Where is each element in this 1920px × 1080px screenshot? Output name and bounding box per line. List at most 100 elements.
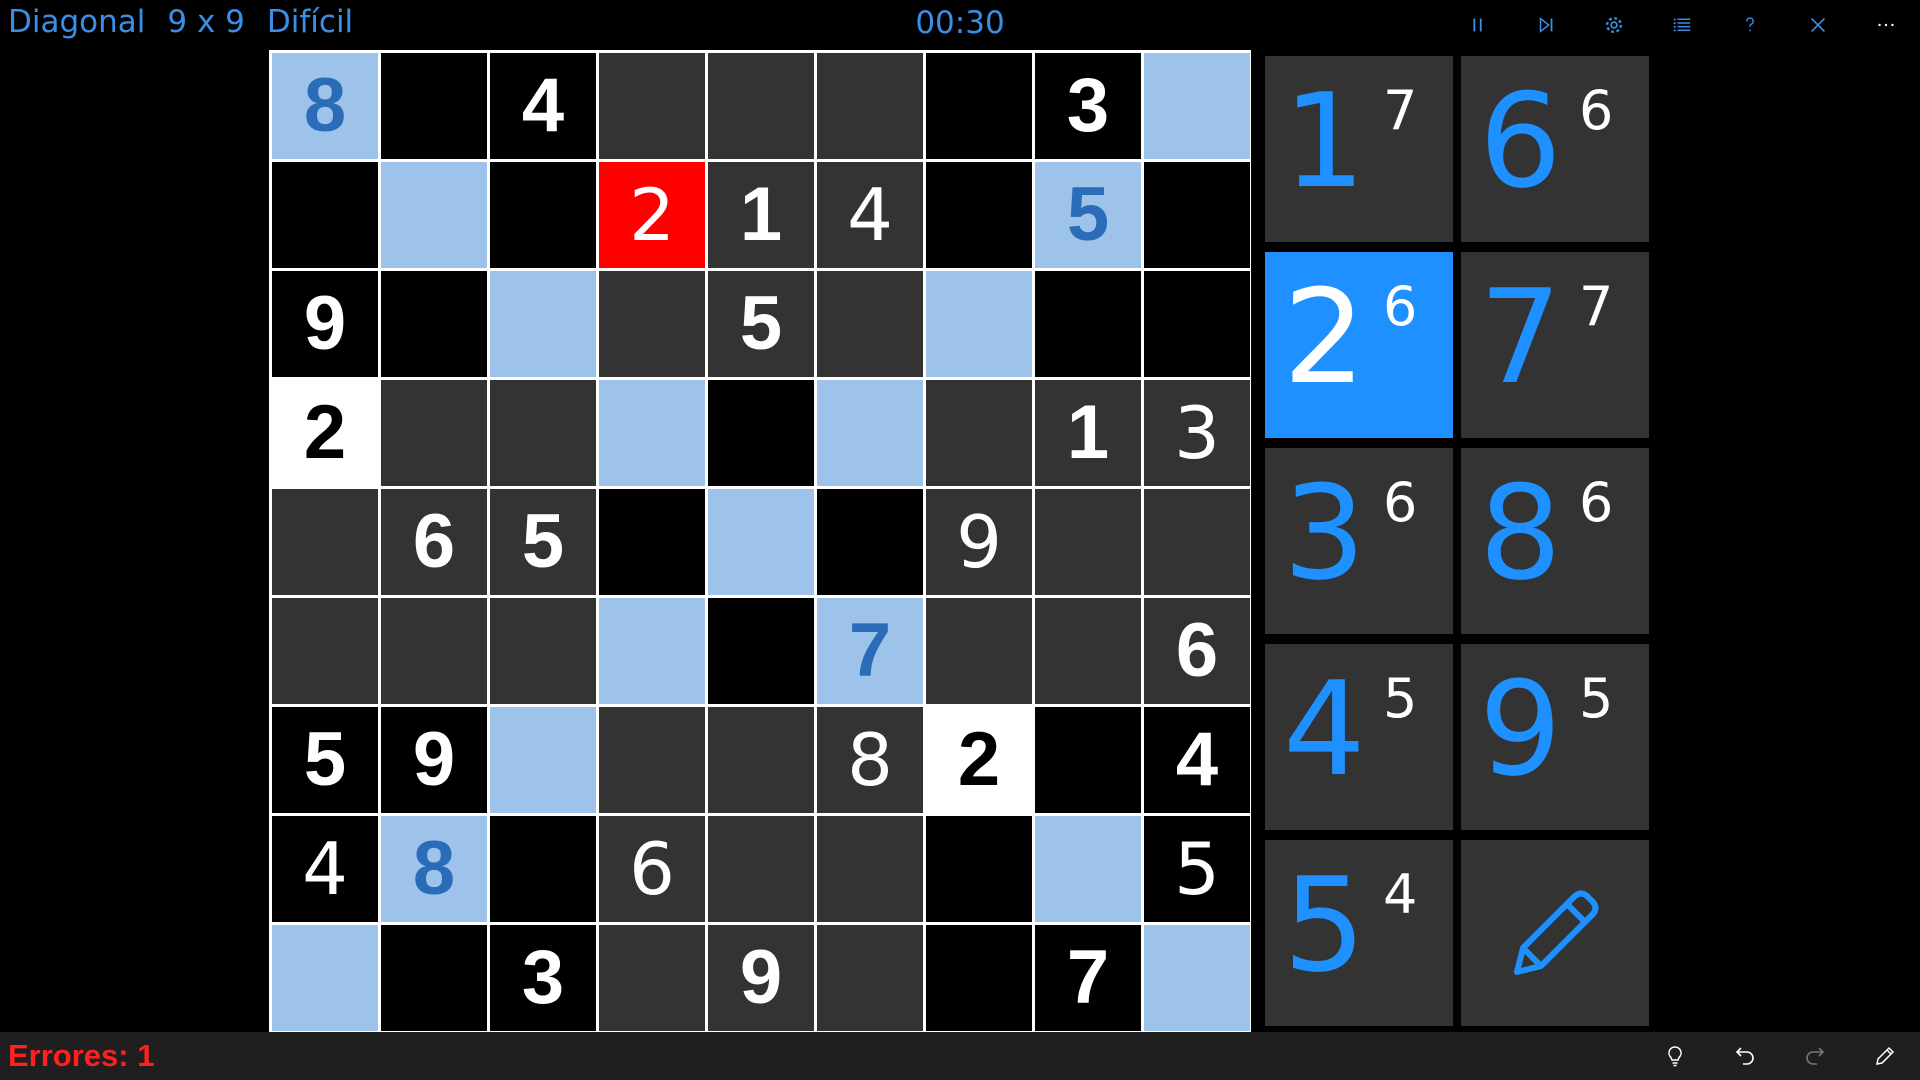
board-cell[interactable] <box>926 53 1032 159</box>
board-cell[interactable] <box>1035 816 1141 922</box>
board-cell[interactable]: 1 <box>708 162 814 268</box>
number-button-3[interactable]: 36 <box>1265 448 1453 634</box>
number-button-2[interactable]: 26 <box>1265 252 1453 438</box>
board-cell[interactable] <box>272 162 378 268</box>
board-cell[interactable] <box>926 598 1032 704</box>
board-cell[interactable] <box>708 598 814 704</box>
pencil-notes-button[interactable] <box>1461 840 1649 1026</box>
board-cell[interactable] <box>817 53 923 159</box>
board-cell[interactable]: 8 <box>817 707 923 813</box>
board-cell[interactable] <box>817 380 923 486</box>
board-cell[interactable] <box>599 925 705 1031</box>
board-cell[interactable] <box>1144 925 1250 1031</box>
board-cell[interactable] <box>817 925 923 1031</box>
undo-icon[interactable] <box>1710 1032 1780 1080</box>
board-cell[interactable] <box>708 816 814 922</box>
board-cell[interactable]: 6 <box>1144 598 1250 704</box>
board-cell[interactable] <box>817 489 923 595</box>
board-cell[interactable]: 6 <box>599 816 705 922</box>
board-cell[interactable]: 9 <box>381 707 487 813</box>
board-cell[interactable]: 5 <box>708 271 814 377</box>
board-cell[interactable]: 5 <box>272 707 378 813</box>
board-cell[interactable]: 8 <box>381 816 487 922</box>
board-cell[interactable]: 2 <box>272 380 378 486</box>
board-cell[interactable]: 4 <box>817 162 923 268</box>
board-cell[interactable] <box>599 489 705 595</box>
board-cell[interactable] <box>599 380 705 486</box>
board-cell[interactable] <box>1035 271 1141 377</box>
board-cell[interactable] <box>599 707 705 813</box>
list-icon[interactable] <box>1648 0 1716 50</box>
board-cell[interactable]: 9 <box>272 271 378 377</box>
board-cell[interactable]: 4 <box>490 53 596 159</box>
board-cell[interactable]: 4 <box>1144 707 1250 813</box>
close-icon[interactable] <box>1784 0 1852 50</box>
board-cell[interactable]: 5 <box>1035 162 1141 268</box>
board-cell[interactable] <box>272 598 378 704</box>
board-cell[interactable] <box>599 53 705 159</box>
board-cell[interactable] <box>490 816 596 922</box>
board-cell[interactable] <box>817 271 923 377</box>
board-cell[interactable]: 3 <box>490 925 596 1031</box>
board-cell[interactable]: 2 <box>926 707 1032 813</box>
number-button-9[interactable]: 95 <box>1461 644 1649 830</box>
board-cell[interactable]: 9 <box>708 925 814 1031</box>
board-cell[interactable] <box>490 380 596 486</box>
board-cell[interactable] <box>381 162 487 268</box>
board-cell[interactable]: 2 <box>599 162 705 268</box>
board-cell[interactable]: 7 <box>817 598 923 704</box>
board-cell[interactable] <box>381 598 487 704</box>
board-cell[interactable] <box>490 598 596 704</box>
board-cell[interactable] <box>1035 707 1141 813</box>
board-cell[interactable] <box>926 162 1032 268</box>
board-cell[interactable] <box>1035 598 1141 704</box>
help-icon[interactable] <box>1716 0 1784 50</box>
board-cell[interactable] <box>381 271 487 377</box>
board-cell[interactable]: 4 <box>272 816 378 922</box>
board-cell[interactable]: 3 <box>1144 380 1250 486</box>
board-cell[interactable]: 1 <box>1035 380 1141 486</box>
board-cell[interactable] <box>708 489 814 595</box>
board-cell[interactable] <box>926 816 1032 922</box>
more-icon[interactable] <box>1852 0 1920 50</box>
board-cell[interactable] <box>817 816 923 922</box>
board-cell[interactable] <box>599 598 705 704</box>
board-cell[interactable] <box>272 489 378 595</box>
board-cell[interactable]: 6 <box>381 489 487 595</box>
board-cell[interactable] <box>490 271 596 377</box>
number-button-4[interactable]: 45 <box>1265 644 1453 830</box>
edit-icon[interactable] <box>1850 1032 1920 1080</box>
board-cell[interactable]: 7 <box>1035 925 1141 1031</box>
board-cell[interactable] <box>1035 489 1141 595</box>
board-cell[interactable] <box>490 707 596 813</box>
number-button-7[interactable]: 77 <box>1461 252 1649 438</box>
board-cell[interactable] <box>926 925 1032 1031</box>
board-cell[interactable]: 8 <box>272 53 378 159</box>
board-cell[interactable]: 5 <box>1144 816 1250 922</box>
board-cell[interactable] <box>708 53 814 159</box>
board-cell[interactable] <box>381 380 487 486</box>
board-cell[interactable] <box>926 380 1032 486</box>
number-button-8[interactable]: 86 <box>1461 448 1649 634</box>
board-cell[interactable] <box>490 162 596 268</box>
settings-icon[interactable] <box>1580 0 1648 50</box>
board-cell[interactable]: 3 <box>1035 53 1141 159</box>
skip-next-icon[interactable] <box>1512 0 1580 50</box>
board-cell[interactable]: 5 <box>490 489 596 595</box>
number-button-1[interactable]: 17 <box>1265 56 1453 242</box>
board-cell[interactable] <box>708 707 814 813</box>
board-cell[interactable] <box>381 925 487 1031</box>
hint-icon[interactable] <box>1640 1032 1710 1080</box>
board-cell[interactable] <box>926 271 1032 377</box>
board-cell[interactable] <box>599 271 705 377</box>
board-cell[interactable] <box>1144 271 1250 377</box>
board-cell[interactable] <box>1144 489 1250 595</box>
number-button-5[interactable]: 54 <box>1265 840 1453 1026</box>
board-cell[interactable] <box>1144 162 1250 268</box>
redo-icon[interactable] <box>1780 1032 1850 1080</box>
board-cell[interactable] <box>708 380 814 486</box>
board-cell[interactable]: 9 <box>926 489 1032 595</box>
board-cell[interactable] <box>1144 53 1250 159</box>
board-cell[interactable] <box>381 53 487 159</box>
number-button-6[interactable]: 66 <box>1461 56 1649 242</box>
